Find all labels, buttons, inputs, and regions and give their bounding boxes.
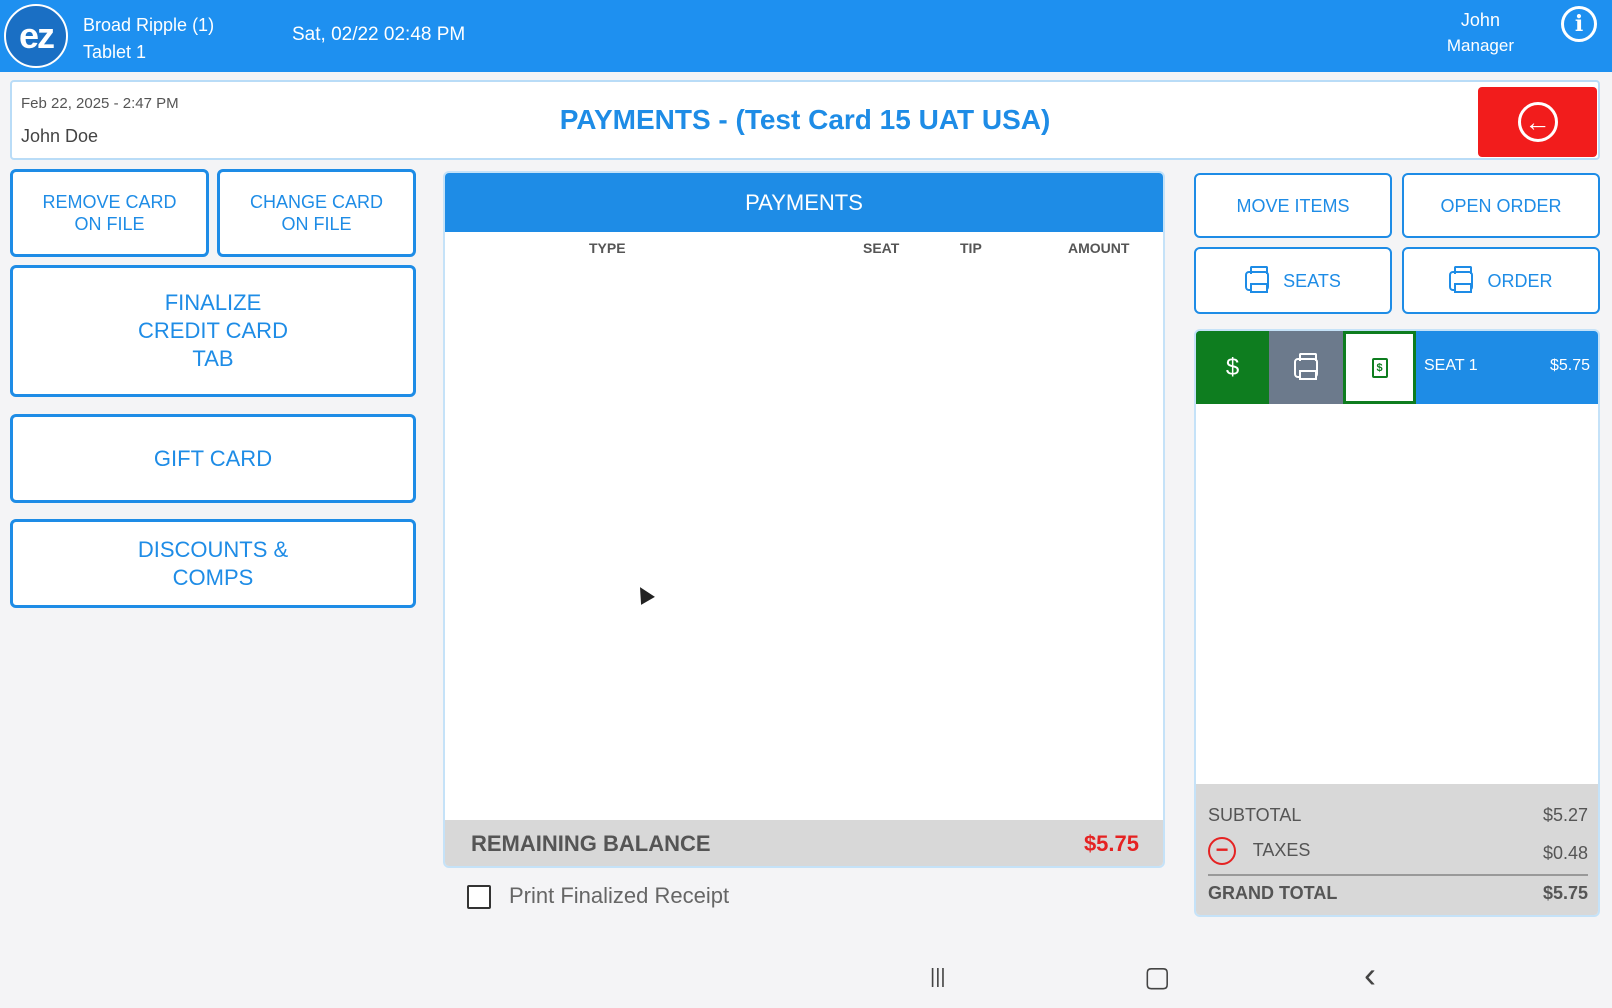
- system-nav-bar: ||| ▢ ‹: [0, 944, 1612, 1008]
- remove-tax-icon[interactable]: −: [1208, 837, 1236, 865]
- printer-icon: [1294, 352, 1318, 380]
- remaining-balance-bar: REMAINING BALANCE $5.75: [445, 820, 1163, 866]
- column-amount: AMOUNT: [1068, 240, 1130, 256]
- grand-total-value: $5.75: [1542, 883, 1588, 903]
- grand-total-label: GRAND TOTAL: [1208, 883, 1338, 903]
- remaining-balance-label: REMAINING BALANCE: [471, 831, 711, 856]
- print-receipt-checkbox[interactable]: [467, 885, 491, 909]
- user-info[interactable]: John Manager: [1447, 8, 1514, 58]
- device-name: Tablet 1: [83, 42, 147, 62]
- totals-section: SUBTOTAL $5.27 − TAXES $0.48 GRAND TOTAL…: [1196, 784, 1598, 915]
- discounts-comps-button[interactable]: DISCOUNTS & COMPS: [10, 519, 416, 608]
- pay-seat-button[interactable]: $: [1196, 331, 1269, 404]
- column-seat: SEAT: [863, 240, 900, 256]
- move-items-button[interactable]: MOVE ITEMS: [1194, 173, 1392, 238]
- receipt-document-icon: $: [1371, 357, 1388, 378]
- subtotal-label: SUBTOTAL: [1208, 805, 1302, 825]
- subtotal-value: $5.27: [1542, 805, 1588, 825]
- finalize-credit-card-tab-button[interactable]: FINALIZE CREDIT CARD TAB: [10, 265, 416, 397]
- print-order-button[interactable]: ORDER: [1402, 247, 1600, 314]
- order-header: Feb 22, 2025 - 2:47 PM John Doe PAYMENTS…: [10, 80, 1600, 160]
- payments-panel: PAYMENTS TYPE SEAT TIP AMOUNT REMAINING …: [443, 171, 1165, 868]
- recents-icon[interactable]: |||: [930, 966, 946, 989]
- user-role: Manager: [1446, 36, 1514, 55]
- page-title: PAYMENTS - (Test Card 15 UAT USA): [559, 104, 1051, 135]
- taxes-label: TAXES: [1252, 839, 1311, 860]
- printer-icon: [1449, 265, 1474, 293]
- grand-total-row: GRAND TOTAL $5.75: [1208, 883, 1588, 904]
- taxes-value: $0.48: [1542, 843, 1588, 863]
- open-order-button[interactable]: OPEN ORDER: [1402, 173, 1600, 238]
- seat-label: SEAT 1: [1424, 357, 1478, 374]
- change-card-button[interactable]: CHANGE CARD ON FILE: [217, 169, 416, 257]
- dollar-icon: $: [1225, 353, 1240, 381]
- payments-header: PAYMENTS: [445, 173, 1163, 232]
- location-name: Broad Ripple (1): [83, 15, 215, 35]
- gift-card-button[interactable]: GIFT CARD: [10, 414, 416, 503]
- print-seats-button[interactable]: SEATS: [1194, 247, 1392, 314]
- print-order-label: ORDER: [1487, 270, 1553, 291]
- taxes-row: − TAXES $0.48: [1208, 837, 1588, 865]
- seats-panel: $ $ SEAT 1 $5.75 SUBTOTAL $5.27 − TAXES …: [1194, 329, 1600, 917]
- nav-back-icon[interactable]: ‹: [1364, 954, 1376, 996]
- totals-divider: [1208, 874, 1588, 876]
- print-receipt-label[interactable]: Print Finalized Receipt: [509, 883, 729, 909]
- column-type: TYPE: [589, 240, 626, 256]
- seat-amount: $5.75: [1549, 357, 1590, 374]
- home-icon[interactable]: ▢: [1144, 960, 1170, 993]
- location-info: Broad Ripple (1) Tablet 1: [83, 12, 214, 66]
- column-tip: TIP: [960, 240, 982, 256]
- print-seat-button[interactable]: [1269, 331, 1343, 404]
- user-name: John: [1460, 10, 1500, 30]
- current-datetime: Sat, 02/22 02:48 PM: [292, 24, 466, 45]
- ez-logo[interactable]: ez: [4, 4, 68, 68]
- top-bar: ez Broad Ripple (1) Tablet 1 Sat, 02/22 …: [0, 0, 1612, 72]
- seat-receipt-button[interactable]: $: [1343, 331, 1416, 404]
- print-seats-label: SEATS: [1283, 270, 1341, 291]
- printer-icon: [1245, 265, 1270, 293]
- remove-card-button[interactable]: REMOVE CARD ON FILE: [10, 169, 209, 257]
- info-icon[interactable]: i: [1561, 6, 1597, 42]
- back-arrow-icon: ←: [1517, 102, 1558, 142]
- remaining-balance-value: $5.75: [1083, 831, 1139, 856]
- seat-row[interactable]: $ $ SEAT 1 $5.75: [1196, 331, 1598, 404]
- back-button[interactable]: ←: [1478, 87, 1597, 157]
- subtotal-row: SUBTOTAL $5.27: [1208, 805, 1588, 826]
